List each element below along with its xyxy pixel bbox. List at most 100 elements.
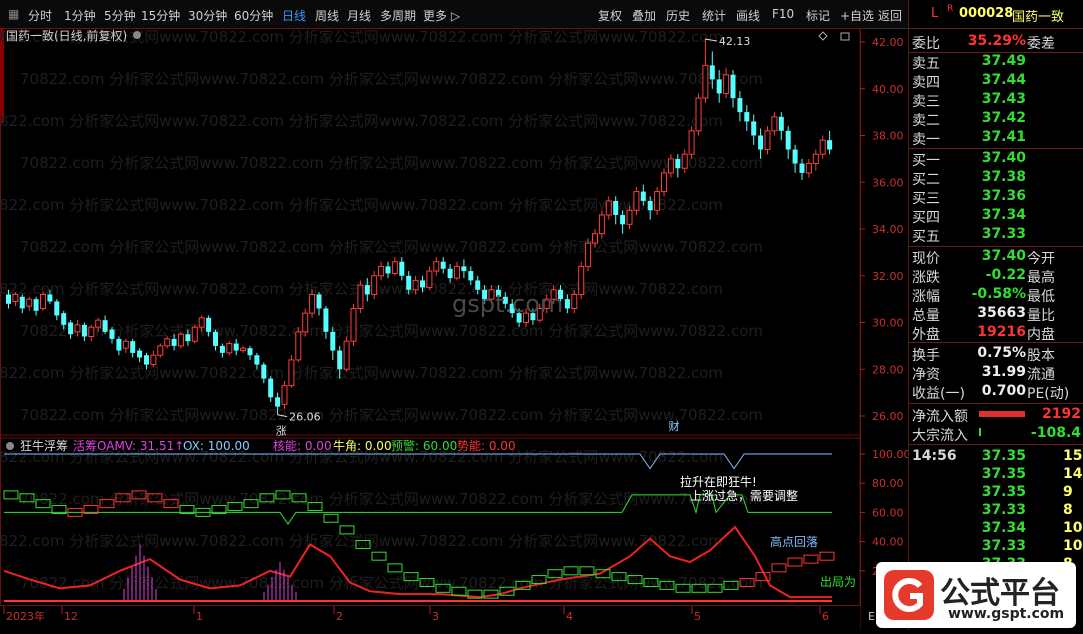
- period-5[interactable]: 60分钟: [234, 7, 273, 24]
- logo-mark-icon: [884, 570, 934, 620]
- action-1[interactable]: 叠加: [632, 7, 656, 24]
- period-7[interactable]: 周线: [315, 7, 339, 24]
- period-8[interactable]: 月线: [347, 7, 371, 24]
- stat-row-value: 37.40: [981, 248, 1026, 264]
- action-8[interactable]: 返回: [878, 7, 902, 24]
- sell-row-value: 37.41: [981, 129, 1026, 145]
- candle-body-down: [109, 329, 115, 339]
- stat-row-right: 今开: [1027, 251, 1055, 267]
- action-7[interactable]: +自选: [840, 7, 874, 24]
- period-9[interactable]: 多周期: [380, 7, 416, 24]
- candle-body-up: [88, 326, 95, 338]
- price-tick-label: 26.00: [872, 410, 904, 423]
- candle-body-down: [81, 324, 87, 337]
- candle-body-down: [316, 294, 322, 309]
- period-0[interactable]: 分时: [28, 7, 52, 24]
- candle-body-down: [399, 261, 405, 276]
- candle-body-down: [130, 341, 136, 353]
- period-3[interactable]: 15分钟: [141, 7, 180, 24]
- candle-body-up: [150, 354, 157, 366]
- price-tick-label: 30.00: [872, 317, 904, 330]
- stat2-row: 净资 31.99 流通: [909, 363, 1083, 383]
- period-1[interactable]: 1分钟: [64, 7, 96, 24]
- sell-row: 卖四 37.44: [909, 71, 1083, 91]
- buy-row: 买三 37.36: [909, 187, 1083, 207]
- layout-icon[interactable]: ▦: [8, 7, 19, 21]
- divider: [909, 444, 1083, 445]
- bg-watermark: 70822.com 分析家公式网www.70822.com 分析家公式网www.…: [0, 112, 723, 130]
- action-0[interactable]: 复权: [598, 7, 622, 24]
- candle-body-down: [640, 191, 646, 201]
- tick-price: 37.33: [981, 538, 1026, 554]
- period-4[interactable]: 30分钟: [188, 7, 227, 24]
- ind-tick-label: 40.00: [872, 536, 904, 549]
- candle-body-down: [675, 158, 681, 169]
- candle-body-up: [723, 74, 730, 94]
- sell-row-value: 37.49: [981, 53, 1026, 69]
- stat-row-label: 涨跌: [912, 270, 940, 286]
- buy-row: 买四 37.34: [909, 206, 1083, 226]
- code-prefix: L: [931, 6, 939, 21]
- stat2-row-value: 0.75%: [977, 345, 1026, 361]
- sell-row: 卖二 37.42: [909, 109, 1083, 129]
- indicator-menu-icon: [6, 442, 14, 450]
- xaxis-label: 1: [196, 610, 203, 623]
- diamond-icon: [818, 31, 828, 41]
- indicator-item: 牛角: 0.00: [333, 438, 392, 453]
- period-2[interactable]: 5分钟: [104, 7, 136, 24]
- stat-row: 现价 37.40 今开: [909, 247, 1083, 267]
- candle-body-up: [157, 345, 164, 356]
- candle-body-up: [585, 242, 592, 267]
- candle-body-down: [330, 331, 336, 351]
- step-box: [387, 563, 403, 573]
- candle-body-up: [426, 270, 433, 288]
- candle-body-down: [751, 121, 757, 136]
- candle-body-up: [164, 338, 171, 347]
- stat-row-right: 量比: [1027, 308, 1055, 324]
- tick-volume: 9: [1063, 484, 1073, 500]
- bg-watermark: 70822.com 分析家公式网www.70822.com 分析家公式网www.…: [20, 406, 763, 424]
- period-6[interactable]: 日线: [282, 7, 306, 24]
- candle-body-down: [137, 350, 143, 358]
- candle-body-down: [799, 163, 805, 173]
- candle-body-down: [613, 200, 619, 215]
- candle-body-down: [213, 331, 218, 346]
- action-6[interactable]: 标记: [806, 7, 830, 24]
- candle-body-up: [178, 333, 184, 347]
- tick-volume: 8: [1063, 502, 1073, 518]
- buy-row-label: 买一: [912, 153, 940, 169]
- action-2[interactable]: 历史: [666, 7, 690, 24]
- stat-row-value: 19216: [977, 324, 1026, 340]
- chart-area[interactable]: 70822.com 分析家公式网www.70822.com 分析家公式网www.…: [0, 28, 911, 630]
- stat-row-value: -0.22: [985, 267, 1026, 283]
- candle-body-down: [758, 135, 764, 150]
- bg-watermark: 70822.com 分析家公式网www.70822.com 分析家公式网www.…: [20, 490, 763, 508]
- candle-body-down: [785, 130, 791, 150]
- price-tick-label: 32.00: [872, 270, 904, 283]
- tick-volume: 15: [1063, 448, 1083, 464]
- buy-row: 买一 37.40: [909, 149, 1083, 169]
- ind-tick-label: 80.00: [872, 477, 904, 490]
- indicator-item: 预警: 60.00: [391, 438, 457, 453]
- period-10[interactable]: 更多 ▷: [423, 7, 460, 24]
- candle-body-up: [454, 265, 460, 279]
- candle-body-down: [19, 296, 25, 309]
- action-4[interactable]: 画线: [736, 7, 760, 24]
- action-5[interactable]: F10: [772, 7, 794, 21]
- stat-row-right: 内盘: [1027, 327, 1055, 343]
- candle-body-up: [688, 130, 695, 155]
- candle-body-down: [475, 280, 481, 290]
- candle-body-down: [716, 79, 722, 94]
- stat-row-value: 35663: [977, 305, 1026, 321]
- kline-chart[interactable]: 70822.com 分析家公式网www.70822.com 分析家公式网www.…: [0, 28, 911, 630]
- buy-row-value: 37.36: [981, 188, 1026, 204]
- candle-body-up: [391, 261, 398, 274]
- chart-title: 国药一致(日线,前复权): [6, 28, 127, 43]
- xaxis-label: 3: [432, 610, 439, 623]
- quote-header: L R 000028 国药一致: [909, 0, 1083, 28]
- candle-body-up: [695, 97, 702, 132]
- candle-body-down: [61, 313, 67, 325]
- action-3[interactable]: 统计: [702, 7, 726, 24]
- stat2-row-right: PE(动): [1027, 386, 1070, 402]
- sell-row-value: 37.43: [981, 91, 1026, 107]
